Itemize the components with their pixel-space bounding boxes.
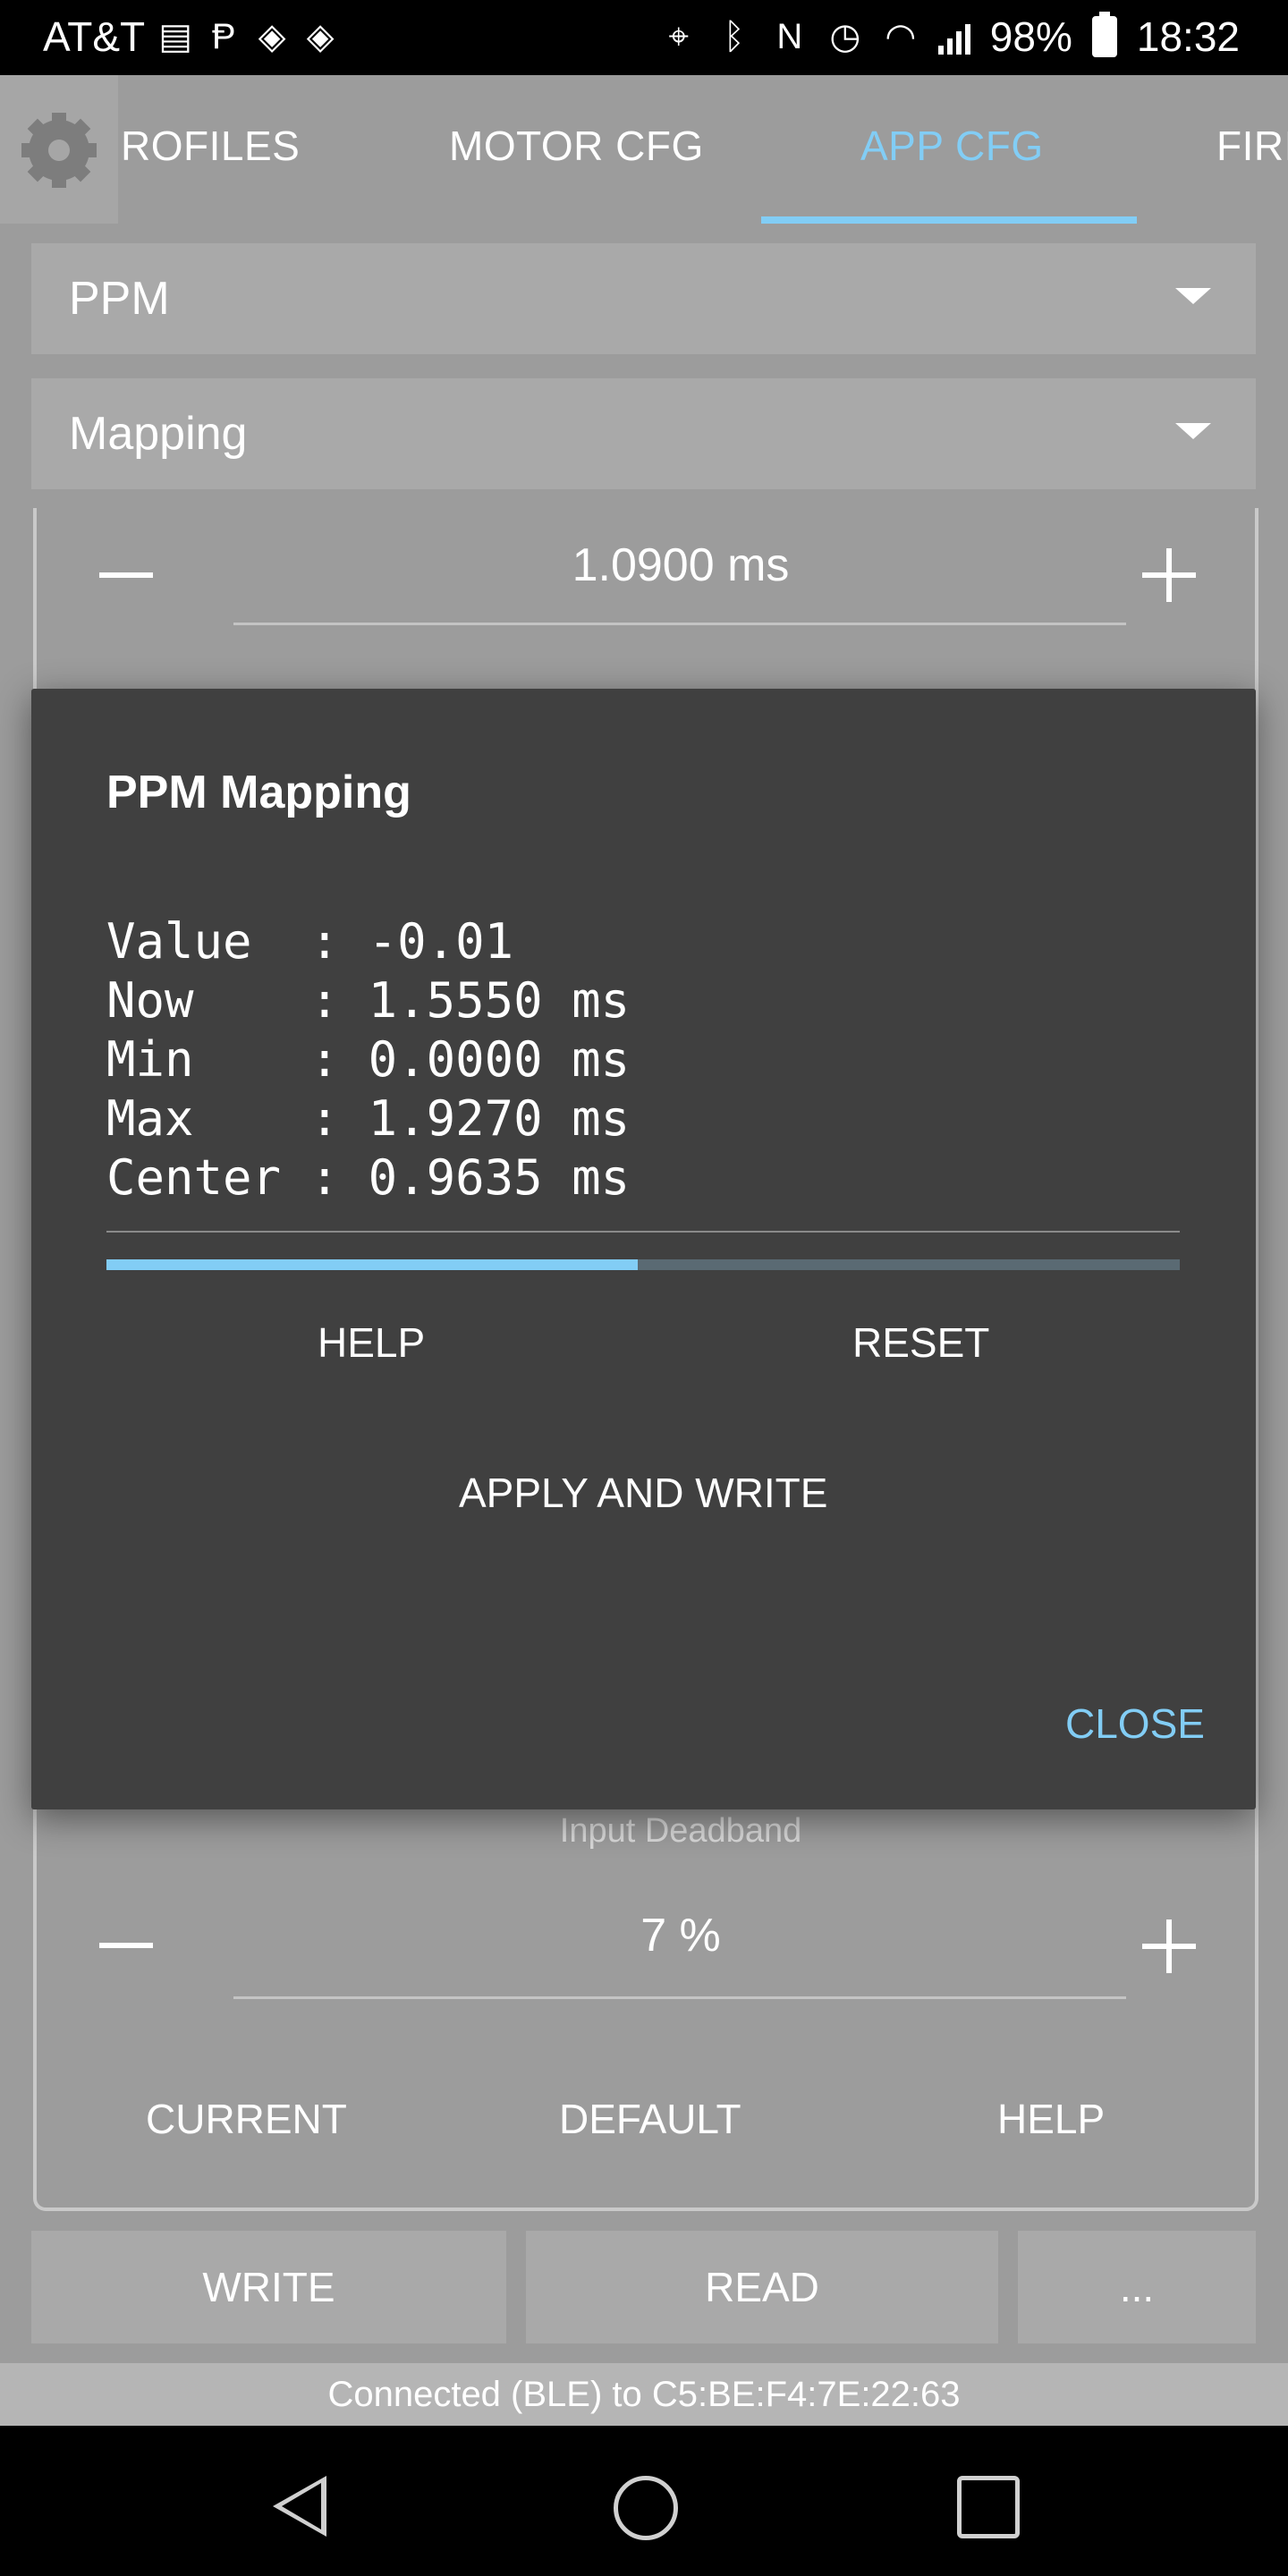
decrement-button[interactable] [99, 572, 153, 578]
tab-bar: ROFILES MOTOR CFG APP CFG FIRI [0, 75, 1288, 224]
dialog-title: PPM Mapping [106, 767, 411, 818]
mapping-readout: Value : -0.01 Now : 1.5550 ms Min : 0.00… [106, 912, 630, 1208]
current-button[interactable]: CURRENT [146, 2095, 347, 2143]
close-button[interactable]: CLOSE [1065, 1699, 1205, 1748]
mapping-progress-bar [106, 1259, 1180, 1270]
navigation-bar [0, 2426, 1288, 2576]
battery-icon [1091, 12, 1117, 57]
message-icon: ▤ [158, 17, 193, 56]
ppm-mapping-dialog: PPM Mapping Value : -0.01 Now : 1.5550 m… [31, 689, 1256, 1809]
location-icon: ⌖ [668, 17, 690, 56]
page-select-value: Mapping [69, 408, 248, 460]
paypal-icon: Ᵽ [211, 17, 236, 56]
readout-value: Value : -0.01 [106, 913, 514, 970]
increment-button[interactable] [1142, 548, 1196, 602]
more-button-label: ... [1119, 2264, 1155, 2310]
help-button[interactable]: HELP [997, 2095, 1105, 2143]
dropdown-arrow-icon [1175, 423, 1211, 439]
readout-center: Center : 0.9635 ms [106, 1149, 631, 1206]
tab-app-cfg[interactable]: APP CFG [860, 122, 1044, 170]
alarm-icon: ◷ [829, 17, 861, 56]
stepper-value[interactable]: 1.0900 ms [233, 538, 1128, 592]
wifi-icon: ◠ [885, 17, 917, 56]
readout-max: Max : 1.9270 ms [106, 1090, 631, 1147]
tab-motor-cfg[interactable]: MOTOR CFG [449, 122, 704, 170]
app-select-value: PPM [69, 273, 170, 325]
deadband-value[interactable]: 7 % [233, 1909, 1128, 1962]
more-button[interactable]: ... [1018, 2231, 1256, 2343]
write-button[interactable]: WRITE [31, 2231, 506, 2343]
carrier-label: AT&T [43, 13, 146, 60]
home-icon[interactable] [614, 2476, 678, 2540]
read-button-label: READ [705, 2264, 819, 2310]
clock: 18:32 [1136, 13, 1240, 60]
deadband-decrement-button[interactable] [99, 1943, 153, 1948]
stepper-underline [233, 623, 1126, 625]
tab-profiles[interactable]: ROFILES [121, 122, 300, 170]
recents-icon[interactable] [957, 2476, 1020, 2538]
progress-fill [106, 1259, 638, 1270]
dialog-help-button[interactable]: HELP [318, 1318, 425, 1367]
nfc-icon: N [776, 17, 803, 56]
default-button[interactable]: DEFAULT [559, 2095, 741, 2143]
bluetooth-icon: ᛒ [723, 17, 745, 56]
battery-percent: 98% [989, 13, 1072, 60]
shield-wifi-icon: ◈ [258, 17, 286, 56]
shield-wifi-icon-2: ◈ [306, 17, 335, 56]
dropdown-arrow-icon [1175, 288, 1211, 304]
deadband-underline [233, 1996, 1126, 1999]
deadband-increment-button[interactable] [1142, 1919, 1196, 1973]
read-button[interactable]: READ [526, 2231, 998, 2343]
page-select[interactable]: Mapping [31, 378, 1256, 489]
app-select[interactable]: PPM [31, 243, 1256, 354]
write-button-label: WRITE [202, 2264, 335, 2310]
dialog-reset-button[interactable]: RESET [852, 1318, 989, 1367]
status-bar: AT&T ▤ Ᵽ ◈ ◈ ⌖ ᛒ N ◷ ◠ 98% 18:32 [0, 0, 1288, 75]
gear-icon [21, 113, 97, 188]
readout-min: Min : 0.0000 ms [106, 1031, 631, 1088]
active-tab-indicator [761, 216, 1137, 224]
deadband-label: Input Deadband [559, 1812, 802, 1850]
divider [106, 1231, 1180, 1233]
settings-button[interactable] [0, 75, 118, 224]
tab-firmware[interactable]: FIRI [1216, 122, 1288, 170]
apply-and-write-button[interactable]: APPLY AND WRITE [459, 1469, 827, 1517]
readout-now: Now : 1.5550 ms [106, 972, 631, 1029]
signal-icon [937, 19, 970, 55]
back-icon[interactable] [273, 2476, 326, 2537]
connection-status: Connected (BLE) to C5:BE:F4:7E:22:63 [0, 2363, 1288, 2426]
